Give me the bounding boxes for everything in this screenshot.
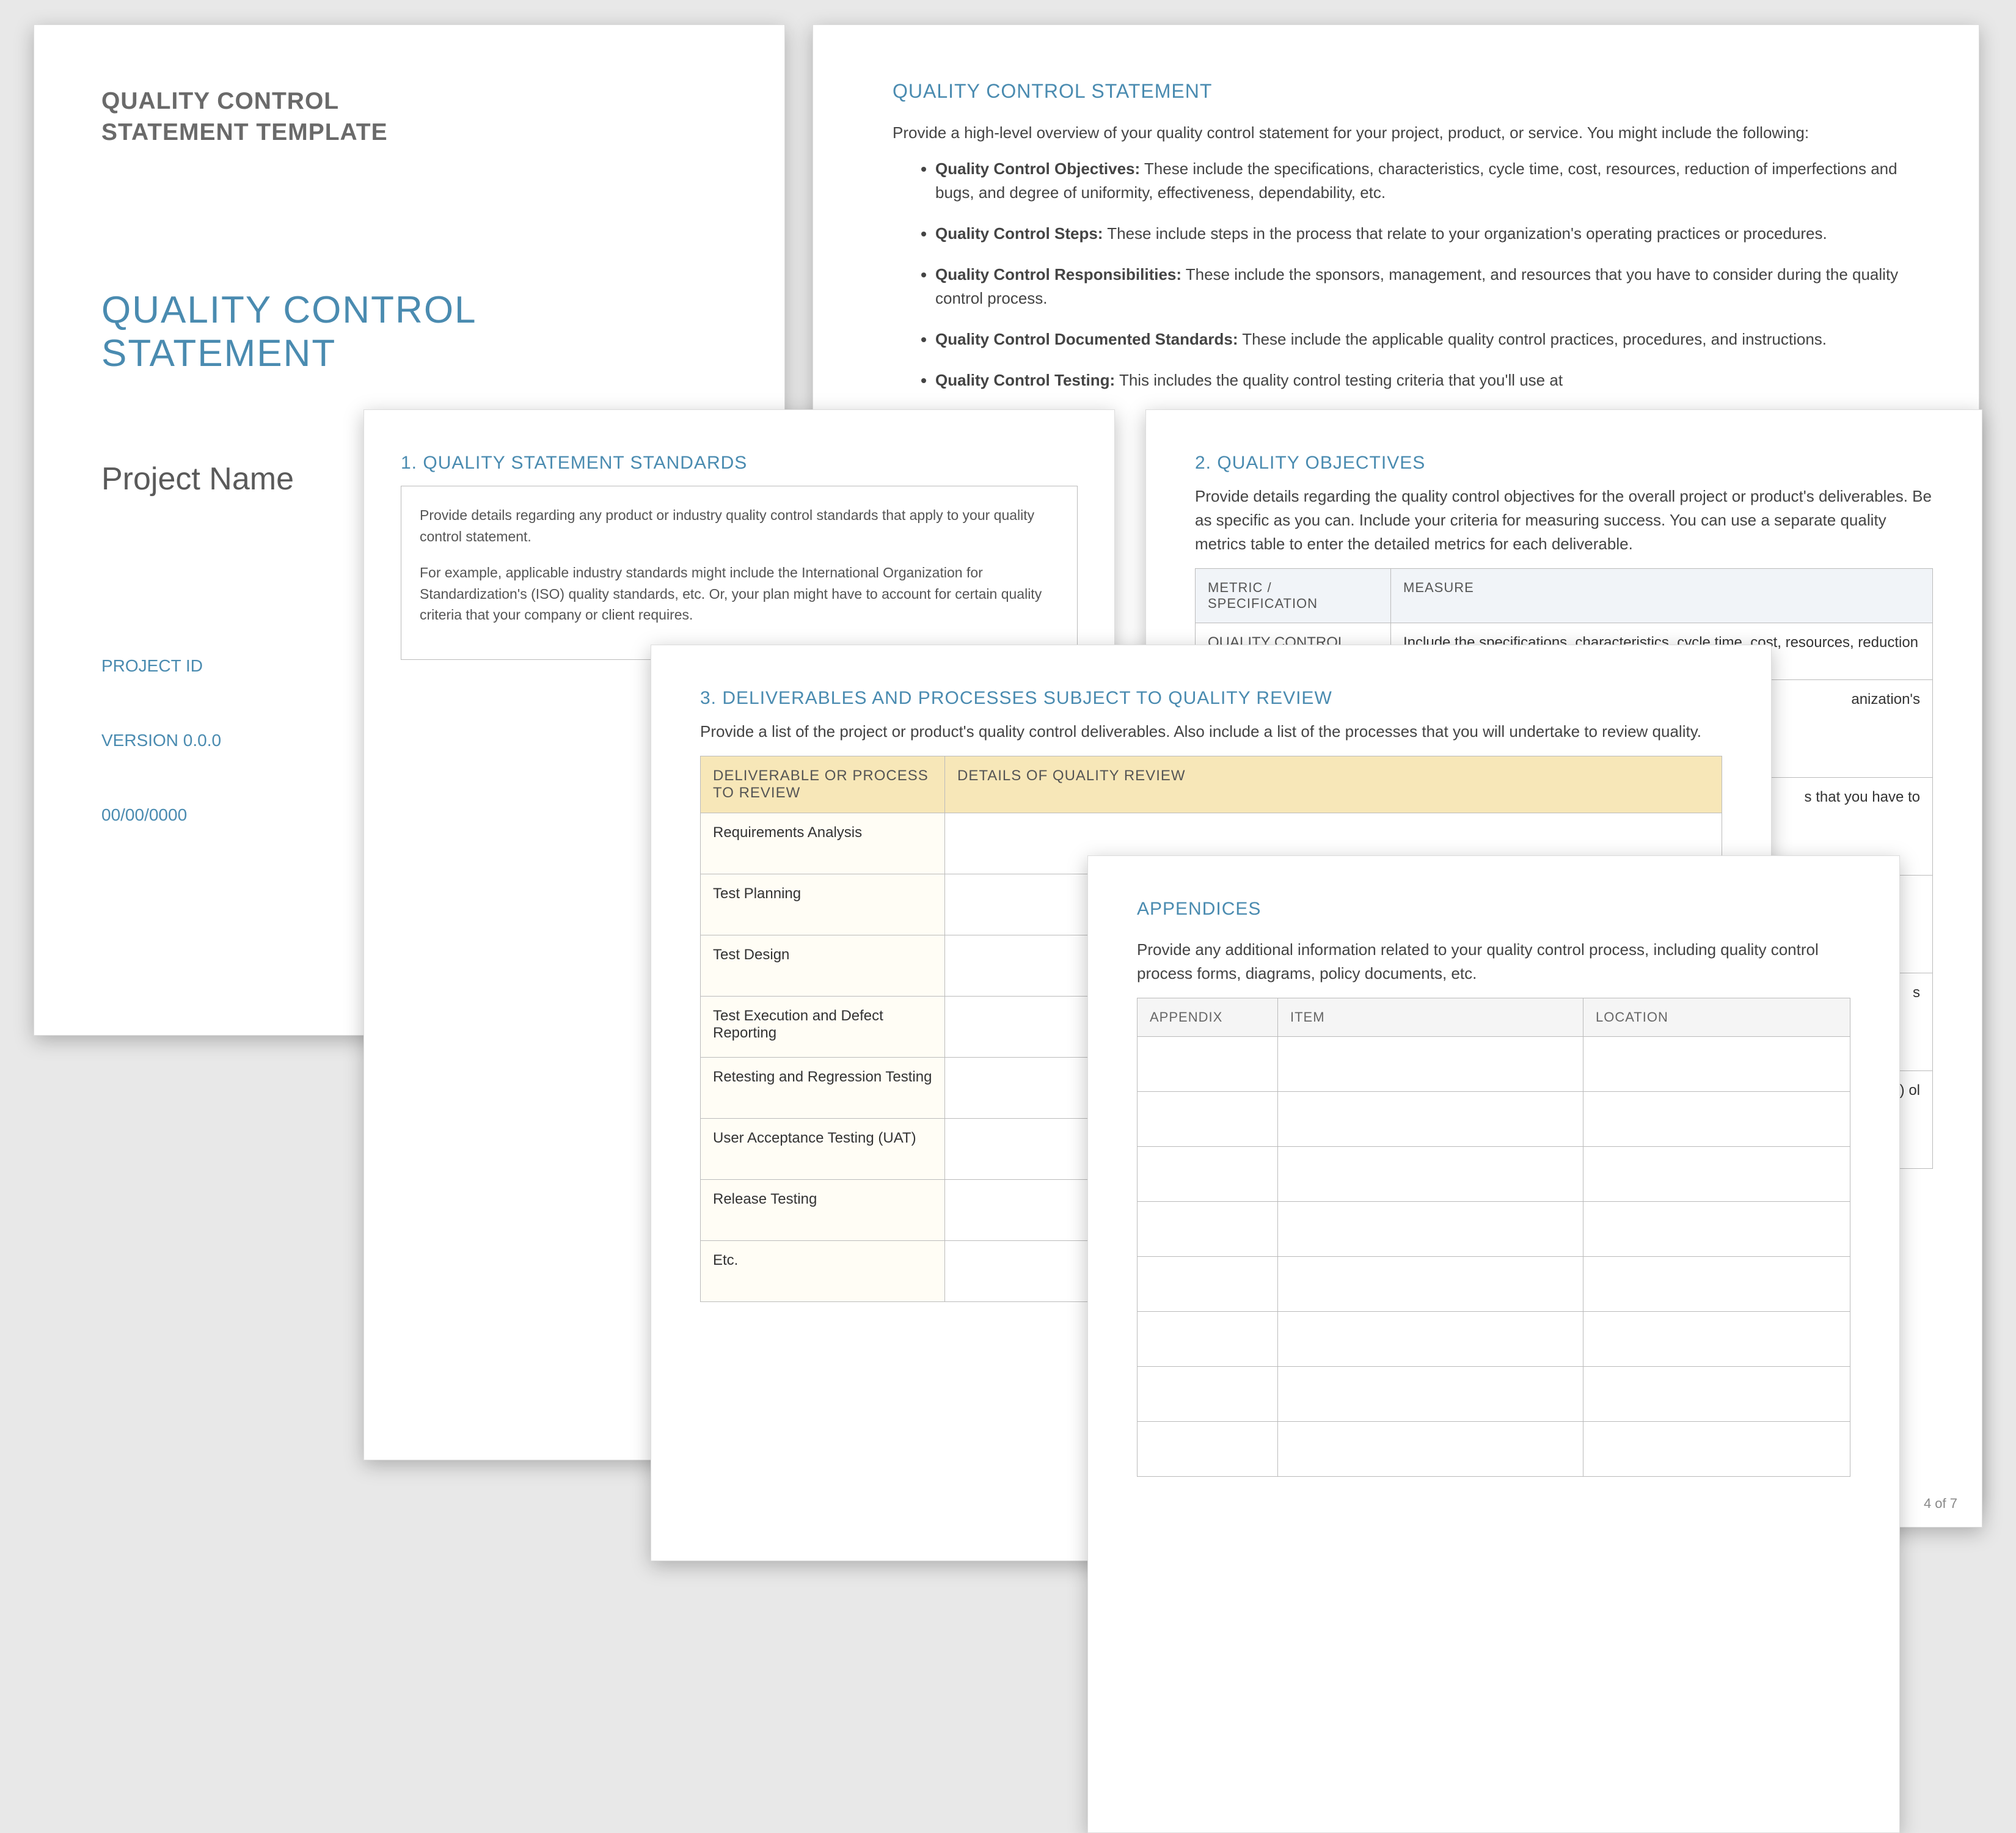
table-row — [1138, 1257, 1850, 1312]
th-measure: MEASURE — [1391, 569, 1933, 623]
table-row — [1138, 1092, 1850, 1147]
appendices-table: APPENDIX ITEM LOCATION — [1137, 998, 1850, 1477]
th-location: LOCATION — [1583, 998, 1850, 1037]
appendices-heading: APPENDICES — [1137, 899, 1850, 920]
standards-p1: Provide details regarding any product or… — [420, 505, 1059, 547]
table-row — [1138, 1202, 1850, 1257]
table-header-row: METRIC / SPECIFICATION MEASURE — [1196, 569, 1933, 623]
standards-p2: For example, applicable industry standar… — [420, 562, 1059, 626]
standards-box: Provide details regarding any product or… — [401, 486, 1078, 660]
qc-statement-heading: QUALITY CONTROL STATEMENT — [893, 80, 1899, 103]
list-item: Quality Control Documented Standards: Th… — [935, 327, 1899, 351]
th-item: ITEM — [1278, 998, 1583, 1037]
list-item: Quality Control Objectives: These includ… — [935, 157, 1899, 205]
objectives-heading: 2. QUALITY OBJECTIVES — [1195, 453, 1933, 474]
list-item: Quality Control Steps: These include ste… — [935, 222, 1899, 246]
deliverables-heading: 3. DELIVERABLES AND PROCESSES SUBJECT TO… — [700, 688, 1722, 709]
deliverables-intro: Provide a list of the project or product… — [700, 720, 1722, 744]
list-item: Quality Control Responsibilities: These … — [935, 263, 1899, 310]
th-appendix: APPENDIX — [1138, 998, 1278, 1037]
table-row — [1138, 1037, 1850, 1092]
objectives-intro: Provide details regarding the quality co… — [1195, 485, 1933, 556]
table-row — [1138, 1147, 1850, 1202]
th-deliverable: DELIVERABLE OR PROCESS TO REVIEW — [701, 756, 945, 813]
table-row — [1138, 1422, 1850, 1477]
table-row — [1138, 1312, 1850, 1367]
th-metric: METRIC / SPECIFICATION — [1196, 569, 1391, 623]
document-title: QUALITY CONTROL STATEMENT — [101, 288, 717, 375]
page-appendices: APPENDICES Provide any additional inform… — [1087, 855, 1900, 1833]
table-header-row: APPENDIX ITEM LOCATION — [1138, 998, 1850, 1037]
qc-statement-intro: Provide a high-level overview of your qu… — [893, 121, 1899, 145]
appendices-intro: Provide any additional information relat… — [1137, 938, 1850, 986]
list-item: Quality Control Testing: This includes t… — [935, 368, 1899, 392]
standards-heading: 1. QUALITY STATEMENT STANDARDS — [401, 453, 1078, 474]
template-title: QUALITY CONTROL STATEMENT TEMPLATE — [101, 86, 717, 148]
th-details: DETAILS OF QUALITY REVIEW — [945, 756, 1722, 813]
page-number: 4 of 7 — [1924, 1496, 1957, 1512]
qc-statement-list: Quality Control Objectives: These includ… — [893, 157, 1899, 392]
table-header-row: DELIVERABLE OR PROCESS TO REVIEW DETAILS… — [701, 756, 1722, 813]
table-row — [1138, 1367, 1850, 1422]
